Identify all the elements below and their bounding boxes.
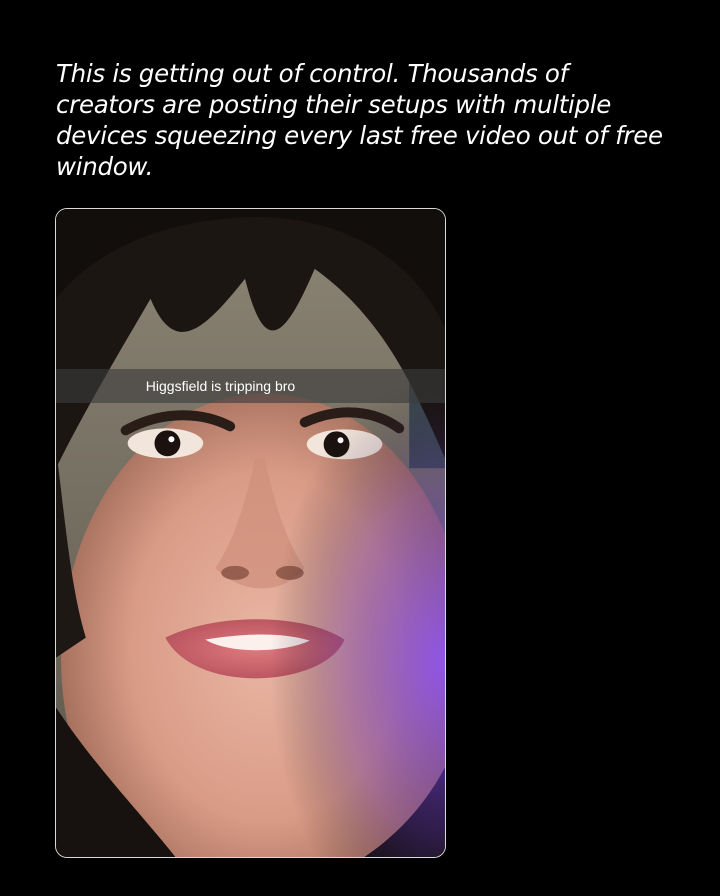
- caption-bar: Higgsfield is tripping bro: [56, 369, 445, 403]
- post-text: This is getting out of control. Thousand…: [56, 59, 663, 181]
- selfie-video-image: [56, 209, 445, 857]
- caption-text: Higgsfield is tripping bro: [145, 378, 296, 394]
- video-frame[interactable]: Higgsfield is tripping bro: [55, 208, 446, 858]
